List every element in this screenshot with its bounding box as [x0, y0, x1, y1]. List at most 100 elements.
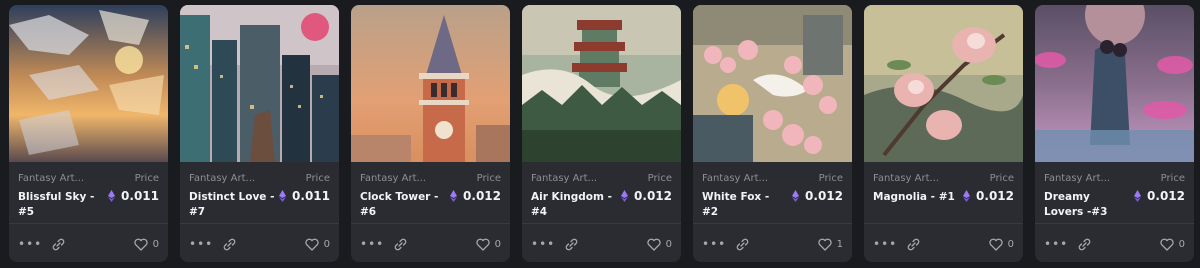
price-amount: 0.011	[121, 189, 159, 203]
more-dots-icon[interactable]: •••	[1044, 238, 1068, 250]
ethereum-icon	[792, 190, 800, 202]
nft-card[interactable]: Fantasy Art... Price Air Kingdom - #4 0.…	[522, 5, 681, 262]
nft-name[interactable]: Air Kingdom - #4	[531, 190, 617, 220]
ethereum-icon	[279, 190, 287, 202]
card-actions: ••• 0	[351, 233, 510, 255]
nft-artwork-image[interactable]	[1035, 5, 1194, 162]
collection-name[interactable]: Fantasy Art...	[360, 173, 440, 184]
nft-name[interactable]: Clock Tower - #6	[360, 190, 446, 220]
more-dots-icon[interactable]: •••	[18, 238, 42, 250]
price-label: Price	[818, 173, 843, 184]
price-amount: 0.012	[463, 189, 501, 203]
card-divider	[351, 223, 510, 224]
card-actions: ••• 1	[693, 233, 852, 255]
heart-icon	[988, 238, 1003, 251]
nft-artwork-image[interactable]	[522, 5, 681, 162]
card-actions: ••• 0	[180, 233, 339, 255]
heart-icon	[1159, 238, 1174, 251]
card-divider	[864, 223, 1023, 224]
like-button[interactable]: 0	[304, 238, 330, 251]
price-amount: 0.012	[805, 189, 843, 203]
like-button[interactable]: 0	[1159, 238, 1185, 251]
price-label: Price	[476, 173, 501, 184]
nft-card-row: Fantasy Art... Price Blissful Sky - #5 0…	[9, 5, 1194, 262]
card-actions: ••• 0	[864, 233, 1023, 255]
more-dots-icon[interactable]: •••	[702, 238, 726, 250]
link-icon[interactable]	[565, 238, 578, 251]
nft-card[interactable]: Fantasy Art... Price Dreamy Lovers -#3 0…	[1035, 5, 1194, 262]
heart-icon	[646, 238, 661, 251]
collection-name[interactable]: Fantasy Art...	[1044, 173, 1124, 184]
collection-name[interactable]: Fantasy Art...	[18, 173, 98, 184]
price-amount: 0.012	[1147, 189, 1185, 203]
collection-name[interactable]: Fantasy Art...	[189, 173, 269, 184]
price-value: 0.012	[792, 189, 843, 203]
nft-artwork-image[interactable]	[9, 5, 168, 162]
more-dots-icon[interactable]: •••	[360, 238, 384, 250]
nft-artwork-image[interactable]	[864, 5, 1023, 162]
like-count: 0	[1178, 238, 1185, 250]
heart-icon	[304, 238, 319, 251]
like-button[interactable]: 1	[817, 238, 843, 251]
nft-card[interactable]: Fantasy Art... Price Clock Tower - #6 0.…	[351, 5, 510, 262]
nft-card[interactable]: Fantasy Art... Price Blissful Sky - #5 0…	[9, 5, 168, 262]
nft-name[interactable]: Blissful Sky - #5	[18, 190, 104, 220]
nft-artwork-image[interactable]	[693, 5, 852, 162]
link-icon[interactable]	[223, 238, 236, 251]
nft-name[interactable]: Dreamy Lovers -#3	[1044, 190, 1130, 220]
price-value: 0.011	[279, 189, 330, 203]
price-label: Price	[1160, 173, 1185, 184]
like-count: 0	[323, 238, 330, 250]
collection-name[interactable]: Fantasy Art...	[702, 173, 782, 184]
price-label: Price	[134, 173, 159, 184]
like-count: 0	[1007, 238, 1014, 250]
price-amount: 0.012	[976, 189, 1014, 203]
ethereum-icon	[621, 190, 629, 202]
nft-name[interactable]: Magnolia - #1	[873, 190, 959, 205]
price-amount: 0.012	[634, 189, 672, 203]
nft-card[interactable]: Fantasy Art... Price Distinct Love - #7 …	[180, 5, 339, 262]
price-value: 0.012	[1134, 189, 1185, 203]
card-divider	[180, 223, 339, 224]
card-divider	[9, 223, 168, 224]
ethereum-icon	[1134, 190, 1142, 202]
nft-name[interactable]: White Fox - #2	[702, 190, 788, 220]
collection-name[interactable]: Fantasy Art...	[873, 173, 953, 184]
price-value: 0.012	[963, 189, 1014, 203]
price-value: 0.012	[621, 189, 672, 203]
ethereum-icon	[963, 190, 971, 202]
ethereum-icon	[108, 190, 116, 202]
like-count: 0	[494, 238, 501, 250]
card-actions: ••• 0	[9, 233, 168, 255]
like-count: 1	[836, 238, 843, 250]
nft-artwork-image[interactable]	[180, 5, 339, 162]
like-button[interactable]: 0	[646, 238, 672, 251]
like-button[interactable]: 0	[133, 238, 159, 251]
collection-name[interactable]: Fantasy Art...	[531, 173, 611, 184]
ethereum-icon	[450, 190, 458, 202]
card-actions: ••• 0	[522, 233, 681, 255]
price-label: Price	[305, 173, 330, 184]
link-icon[interactable]	[736, 238, 749, 251]
like-button[interactable]: 0	[475, 238, 501, 251]
nft-name[interactable]: Distinct Love - #7	[189, 190, 275, 220]
more-dots-icon[interactable]: •••	[531, 238, 555, 250]
more-dots-icon[interactable]: •••	[873, 238, 897, 250]
link-icon[interactable]	[394, 238, 407, 251]
like-count: 0	[665, 238, 672, 250]
price-label: Price	[989, 173, 1014, 184]
link-icon[interactable]	[1078, 238, 1091, 251]
card-divider	[522, 223, 681, 224]
link-icon[interactable]	[52, 238, 65, 251]
card-divider	[1035, 223, 1194, 224]
nft-artwork-image[interactable]	[351, 5, 510, 162]
heart-icon	[133, 238, 148, 251]
price-value: 0.012	[450, 189, 501, 203]
more-dots-icon[interactable]: •••	[189, 238, 213, 250]
like-button[interactable]: 0	[988, 238, 1014, 251]
like-count: 0	[152, 238, 159, 250]
nft-card[interactable]: Fantasy Art... Price Magnolia - #1 0.012…	[864, 5, 1023, 262]
price-value: 0.011	[108, 189, 159, 203]
nft-card[interactable]: Fantasy Art... Price White Fox - #2 0.01…	[693, 5, 852, 262]
link-icon[interactable]	[907, 238, 920, 251]
